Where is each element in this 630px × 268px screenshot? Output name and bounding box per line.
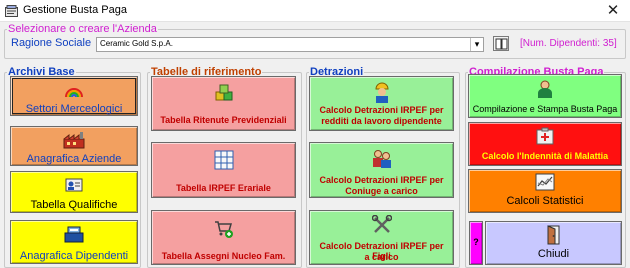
assegni-label: Tabella Assegni Nucleo Fam. (161, 251, 286, 261)
chevron-down-icon[interactable]: ▾ (470, 38, 483, 51)
detrazioni-figli-button[interactable]: Calcolo Detrazioni IRPEF per Figli a car… (309, 210, 454, 265)
azienda-legend: Selezionare o creare l'Azienda (8, 23, 157, 35)
compilazione-stampa-button[interactable]: Compilazione e Stampa Busta Paga (468, 74, 622, 118)
tabella-irpef-button[interactable]: Tabella IRPEF Erariale (151, 142, 296, 198)
aziende-label: Anagrafica Aziende (26, 153, 122, 165)
help-label: ? (473, 237, 479, 247)
coniuge-label-line1: Calcolo Detrazioni IRPEF per (319, 175, 444, 185)
indennita-malattia-button[interactable]: Calcolo l'Indennità di Malattia (468, 122, 622, 166)
book-icon (495, 38, 508, 50)
chiudi-label: Chiudi (537, 248, 570, 260)
tabella-qualifiche-button[interactable]: Tabella Qualifiche (10, 171, 138, 213)
coniuge-label-line2: Coniuge a carico (345, 186, 418, 196)
cart-add-icon (214, 221, 233, 238)
worker-icon (374, 82, 389, 103)
chart-icon (535, 173, 555, 191)
detrazioni-coniuge-button[interactable]: Calcolo Detrazioni IRPEF per Coniuge a c… (309, 142, 454, 198)
factory-icon (63, 132, 85, 149)
title-bar: Gestione Busta Paga ✕ (0, 0, 630, 22)
book-button[interactable] (493, 36, 509, 51)
first-aid-icon (536, 127, 554, 145)
grid-table-icon (214, 150, 233, 170)
lavoro-label-line1: Calcolo Detrazioni IRPEF per (319, 105, 444, 115)
figli-label-line2: a carico (364, 252, 399, 262)
chiudi-button[interactable]: Chiudi (485, 221, 622, 265)
detrazioni-lavoro-button[interactable]: Calcolo Detrazioni IRPEF per redditi da … (309, 76, 454, 131)
anagrafica-dipendenti-button[interactable]: Anagrafica Dipendenti (10, 220, 138, 264)
anagrafica-aziende-button[interactable]: Anagrafica Aziende (10, 126, 138, 166)
window-title: Gestione Busta Paga (23, 4, 127, 16)
num-dipendenti-text: [Num. Dipendenti: 35] (520, 38, 617, 49)
dipendenti-label: Anagrafica Dipendenti (19, 250, 129, 262)
qualifiche-label: Tabella Qualifiche (30, 199, 118, 211)
statistici-label: Calcoli Statistici (506, 195, 584, 207)
help-button[interactable]: ? (469, 221, 483, 265)
settori-label: Settori Merceologici (25, 103, 123, 115)
rainbow-icon (65, 88, 83, 98)
couple-icon (372, 150, 391, 168)
ragione-sociale-value: Ceramic Gold S.p.A. (100, 39, 173, 48)
person-icon (538, 80, 552, 98)
settori-merceologici-button[interactable]: Settori Merceologici (10, 76, 138, 116)
tabella-ritenute-button[interactable]: Tabella Ritenute Previdenziali (151, 76, 296, 131)
tabella-assegni-button[interactable]: Tabella Assegni Nucleo Fam. (151, 210, 296, 265)
calcoli-statistici-button[interactable]: Calcoli Statistici (468, 169, 622, 213)
close-icon[interactable]: ✕ (602, 1, 624, 21)
exit-door-icon (547, 225, 559, 245)
lavoro-label-line2: redditi da lavoro dipendente (321, 116, 442, 126)
cubes-icon (215, 84, 232, 101)
ragione-sociale-label: Ragione Sociale (11, 37, 92, 49)
ritenute-label: Tabella Ritenute Previdenziali (160, 115, 287, 125)
id-card-icon (65, 178, 83, 192)
irpef-label: Tabella IRPEF Erariale (176, 183, 271, 193)
stampa-label: Compilazione e Stampa Busta Paga (472, 104, 618, 114)
ragione-sociale-select[interactable]: Ceramic Gold S.p.A. ▾ (96, 37, 484, 52)
cash-register-icon (64, 226, 84, 243)
tools-icon (371, 215, 392, 233)
app-icon (5, 5, 18, 17)
malattia-label: Calcolo l'Indennità di Malattia (481, 151, 609, 161)
